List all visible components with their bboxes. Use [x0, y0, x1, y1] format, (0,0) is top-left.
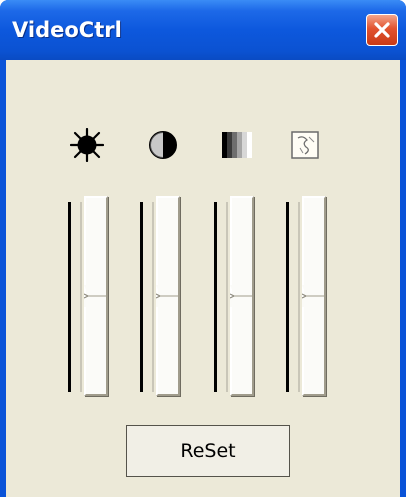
contrast-slider-track — [140, 202, 154, 392]
brightness-slider-track — [68, 202, 82, 392]
window-title: VideoCtrl — [12, 18, 122, 42]
saturation-slider-track — [214, 202, 228, 392]
saturation-slider-thumb[interactable] — [229, 285, 254, 307]
brightness-icon — [69, 127, 105, 163]
brightness-slider-thumb[interactable] — [83, 285, 108, 307]
hue-slider-thumb[interactable] — [301, 285, 326, 307]
contrast-icon — [146, 128, 180, 162]
client-area: ReSet — [6, 60, 400, 497]
saturation-icon — [220, 128, 254, 162]
hue-slider[interactable] — [301, 196, 326, 396]
close-button[interactable] — [366, 14, 398, 46]
hue-slider-track — [286, 202, 300, 392]
saturation-slider[interactable] — [229, 196, 254, 396]
reset-button[interactable]: ReSet — [126, 425, 290, 477]
contrast-slider[interactable] — [155, 196, 180, 396]
contrast-slider-thumb[interactable] — [155, 285, 180, 307]
title-bar[interactable]: VideoCtrl — [0, 0, 406, 60]
brightness-slider[interactable] — [83, 196, 108, 396]
hue-icon — [289, 128, 323, 162]
close-icon — [374, 22, 390, 38]
videoctrl-window: VideoCtrl ReSet — [0, 0, 406, 497]
